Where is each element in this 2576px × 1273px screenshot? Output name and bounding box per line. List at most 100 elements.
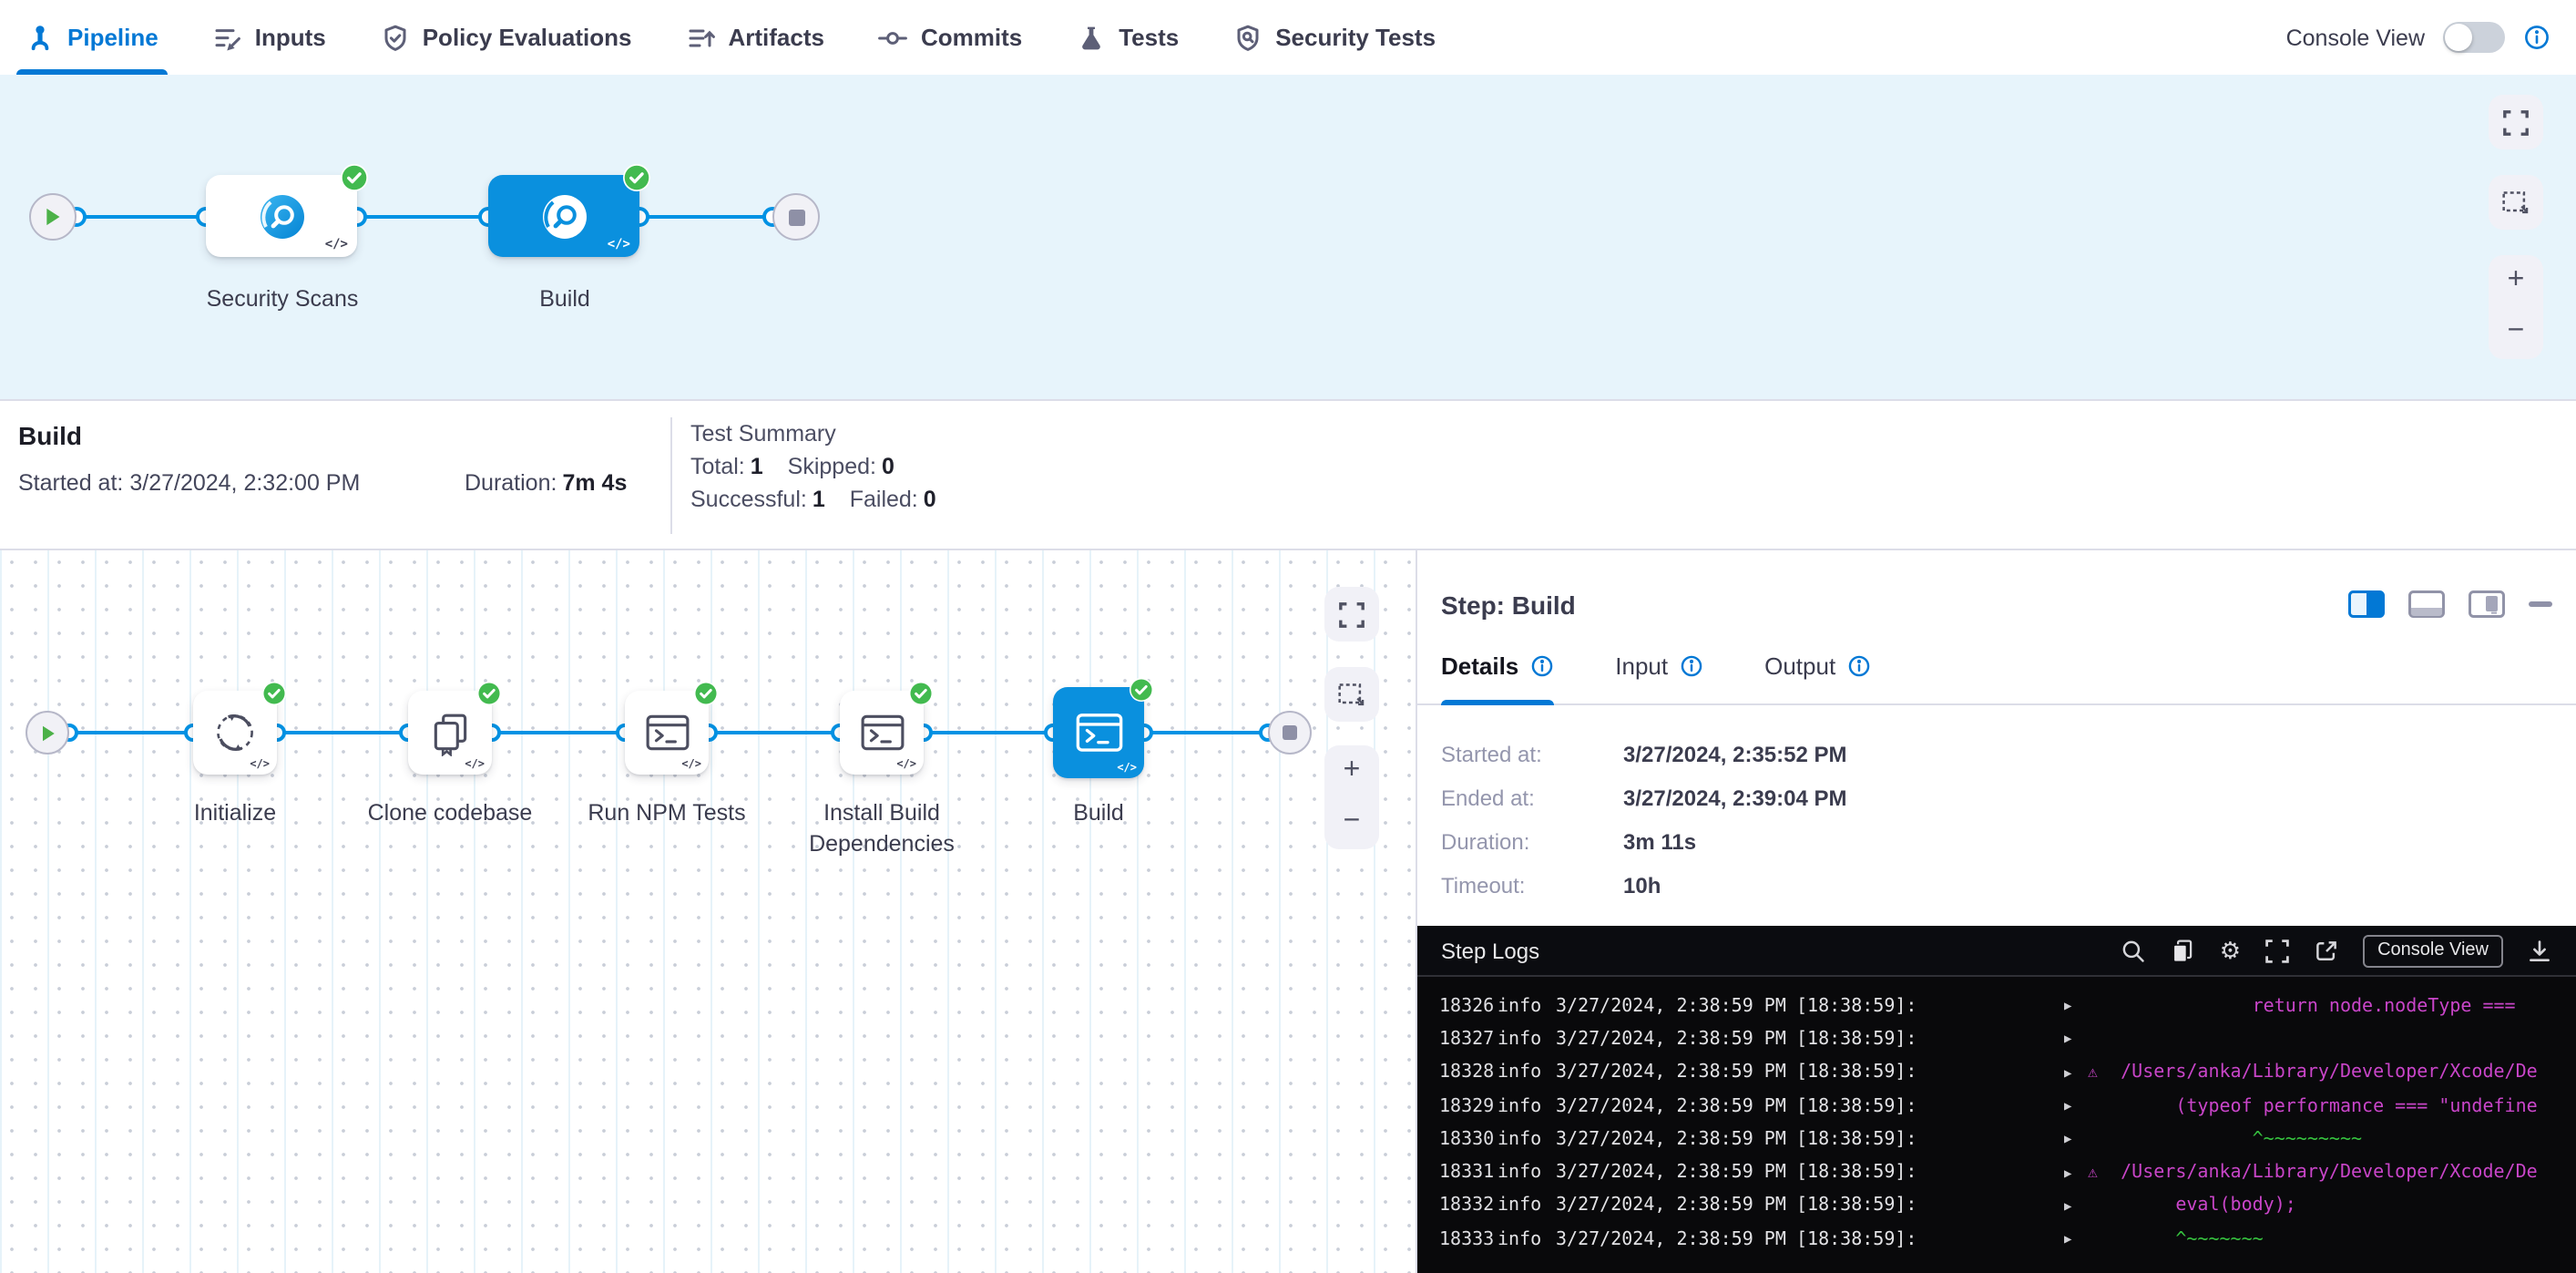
tab-inputs[interactable]: Inputs xyxy=(213,0,326,75)
expand-arrow-icon[interactable]: ▶ xyxy=(2064,1099,2088,1114)
fullscreen-icon xyxy=(1337,601,1366,628)
detail-row: Duration:3m 11s xyxy=(1441,829,2576,855)
zoom-in-button[interactable]: + xyxy=(2489,255,2543,306)
tab-label: Inputs xyxy=(255,24,326,51)
step-start-node[interactable] xyxy=(26,711,69,755)
step-details-panel: Step: Build Details xyxy=(1416,550,2576,1273)
security-shield-icon xyxy=(1233,23,1262,52)
detail-row: Ended at:3/27/2024, 2:39:04 PM xyxy=(1441,785,2576,811)
code-glyph: </> xyxy=(465,758,485,771)
fullscreen-icon[interactable] xyxy=(2264,938,2290,963)
step-node-run-npm-tests[interactable]: </> xyxy=(625,691,709,775)
zoom-out-button[interactable]: − xyxy=(2489,306,2543,357)
stage-graph-canvas: </> </> Security Scans Build + − xyxy=(0,75,2576,399)
info-icon[interactable] xyxy=(1529,654,1553,678)
tab-tests[interactable]: Tests xyxy=(1077,0,1179,75)
success-check-icon xyxy=(341,164,368,191)
step-panel-title: Step: Build xyxy=(1441,590,1576,619)
console-view-toggle[interactable] xyxy=(2443,22,2505,53)
inputs-icon xyxy=(213,23,242,52)
tab-input[interactable]: Input xyxy=(1615,636,1702,703)
nav-tabs: Pipeline Inputs Policy Evaluations Artif… xyxy=(26,0,1436,75)
stage-node-build[interactable]: </> xyxy=(488,175,639,257)
tab-label: Artifacts xyxy=(728,24,824,51)
tab-pipeline[interactable]: Pipeline xyxy=(26,0,158,75)
success-check-icon xyxy=(477,682,501,705)
split-right-view-icon[interactable] xyxy=(2348,590,2385,618)
step-logs-title: Step Logs xyxy=(1441,938,1539,963)
info-icon[interactable] xyxy=(1679,654,1702,678)
minimize-panel-button[interactable] xyxy=(2529,602,2552,607)
expand-arrow-icon[interactable]: ▶ xyxy=(2064,1032,2088,1047)
zoom-controls: + − xyxy=(1324,745,1379,849)
tab-label: Security Tests xyxy=(1275,24,1436,51)
marquee-select-button[interactable] xyxy=(1324,667,1379,722)
tab-artifacts[interactable]: Artifacts xyxy=(686,0,824,75)
step-node-initialize[interactable]: </> xyxy=(193,691,277,775)
expand-arrow-icon[interactable]: ▶ xyxy=(2064,999,2088,1013)
tab-details[interactable]: Details xyxy=(1441,636,1553,703)
log-line: 18327info3/27/2024, 2:38:59 PM[18:38:59]… xyxy=(1417,1023,2576,1057)
policy-shield-icon xyxy=(381,23,410,52)
code-glyph: </> xyxy=(325,237,348,252)
settings-gear-icon[interactable]: ⚙ xyxy=(2220,939,2241,962)
step-node-install-build-dependencies[interactable]: </> xyxy=(840,691,924,775)
stage-label: Build xyxy=(437,284,692,315)
tab-commits[interactable]: Commits xyxy=(879,0,1022,75)
security-scan-stage-icon xyxy=(258,192,305,240)
step-end-node[interactable] xyxy=(1268,711,1312,755)
tab-output[interactable]: Output xyxy=(1764,636,1870,703)
pipeline-execution-page: Pipeline Inputs Policy Evaluations Artif… xyxy=(0,0,2576,1273)
stop-icon xyxy=(1283,725,1297,740)
terminal-icon xyxy=(1074,710,1123,755)
commit-icon xyxy=(879,23,908,52)
info-icon[interactable] xyxy=(2523,24,2550,51)
initialize-sync-icon xyxy=(211,709,259,756)
expand-arrow-icon[interactable]: ▶ xyxy=(2064,1199,2088,1214)
zoom-controls: + − xyxy=(2489,255,2543,359)
stage-node-security-scans[interactable]: </> xyxy=(206,175,357,257)
open-in-new-icon[interactable] xyxy=(2314,938,2339,963)
expand-arrow-icon[interactable]: ▶ xyxy=(2064,1065,2088,1080)
step-node-build[interactable]: </> xyxy=(1053,687,1144,778)
tab-label: Details xyxy=(1441,652,1518,680)
success-check-icon xyxy=(1130,678,1153,702)
step-node-clone-codebase[interactable]: </> xyxy=(408,691,492,775)
fit-to-screen-button[interactable] xyxy=(1324,587,1379,642)
divider xyxy=(670,417,672,534)
step-connectors xyxy=(0,550,1416,1273)
marquee-icon xyxy=(1337,681,1366,708)
download-icon[interactable] xyxy=(2527,938,2552,963)
stage-end-node[interactable] xyxy=(772,193,820,241)
tab-security-tests[interactable]: Security Tests xyxy=(1233,0,1436,75)
pipeline-icon xyxy=(26,23,55,52)
step-logs-actions: ⚙ Console View xyxy=(2121,934,2552,967)
tab-policy-evaluations[interactable]: Policy Evaluations xyxy=(381,0,632,75)
floating-view-icon[interactable] xyxy=(2469,590,2505,618)
expand-arrow-icon[interactable]: ▶ xyxy=(2064,1133,2088,1147)
expand-arrow-icon[interactable]: ▶ xyxy=(2064,1165,2088,1180)
code-glyph: </> xyxy=(681,758,701,771)
build-stage-icon xyxy=(540,192,588,240)
step-graph-canvas: </> </> </> xyxy=(0,550,1416,1273)
copy-icon[interactable] xyxy=(2171,938,2196,963)
info-icon[interactable] xyxy=(1846,654,1870,678)
search-icon[interactable] xyxy=(2121,938,2147,963)
code-glyph: </> xyxy=(896,758,916,771)
zoom-out-button[interactable]: − xyxy=(1324,796,1379,847)
test-summary-row: Total:1 Skipped:0 xyxy=(690,454,936,479)
stage-start-node[interactable] xyxy=(29,193,77,241)
test-summary: Test Summary Total:1 Skipped:0 Successfu… xyxy=(690,421,936,519)
log-line: 18330info3/27/2024, 2:38:59 PM[18:38:59]… xyxy=(1417,1123,2576,1156)
console-view-button[interactable]: Console View xyxy=(2363,934,2503,967)
zoom-in-button[interactable]: + xyxy=(1324,745,1379,796)
expand-arrow-icon[interactable]: ▶ xyxy=(2064,1232,2088,1247)
tab-label: Pipeline xyxy=(67,24,158,51)
tab-label: Input xyxy=(1615,652,1668,680)
marquee-select-button[interactable] xyxy=(2489,175,2543,230)
tab-label: Output xyxy=(1764,652,1835,680)
flask-icon xyxy=(1077,23,1106,52)
split-bottom-view-icon[interactable] xyxy=(2408,590,2445,618)
fit-to-screen-button[interactable] xyxy=(2489,95,2543,149)
test-summary-heading: Test Summary xyxy=(690,421,936,447)
